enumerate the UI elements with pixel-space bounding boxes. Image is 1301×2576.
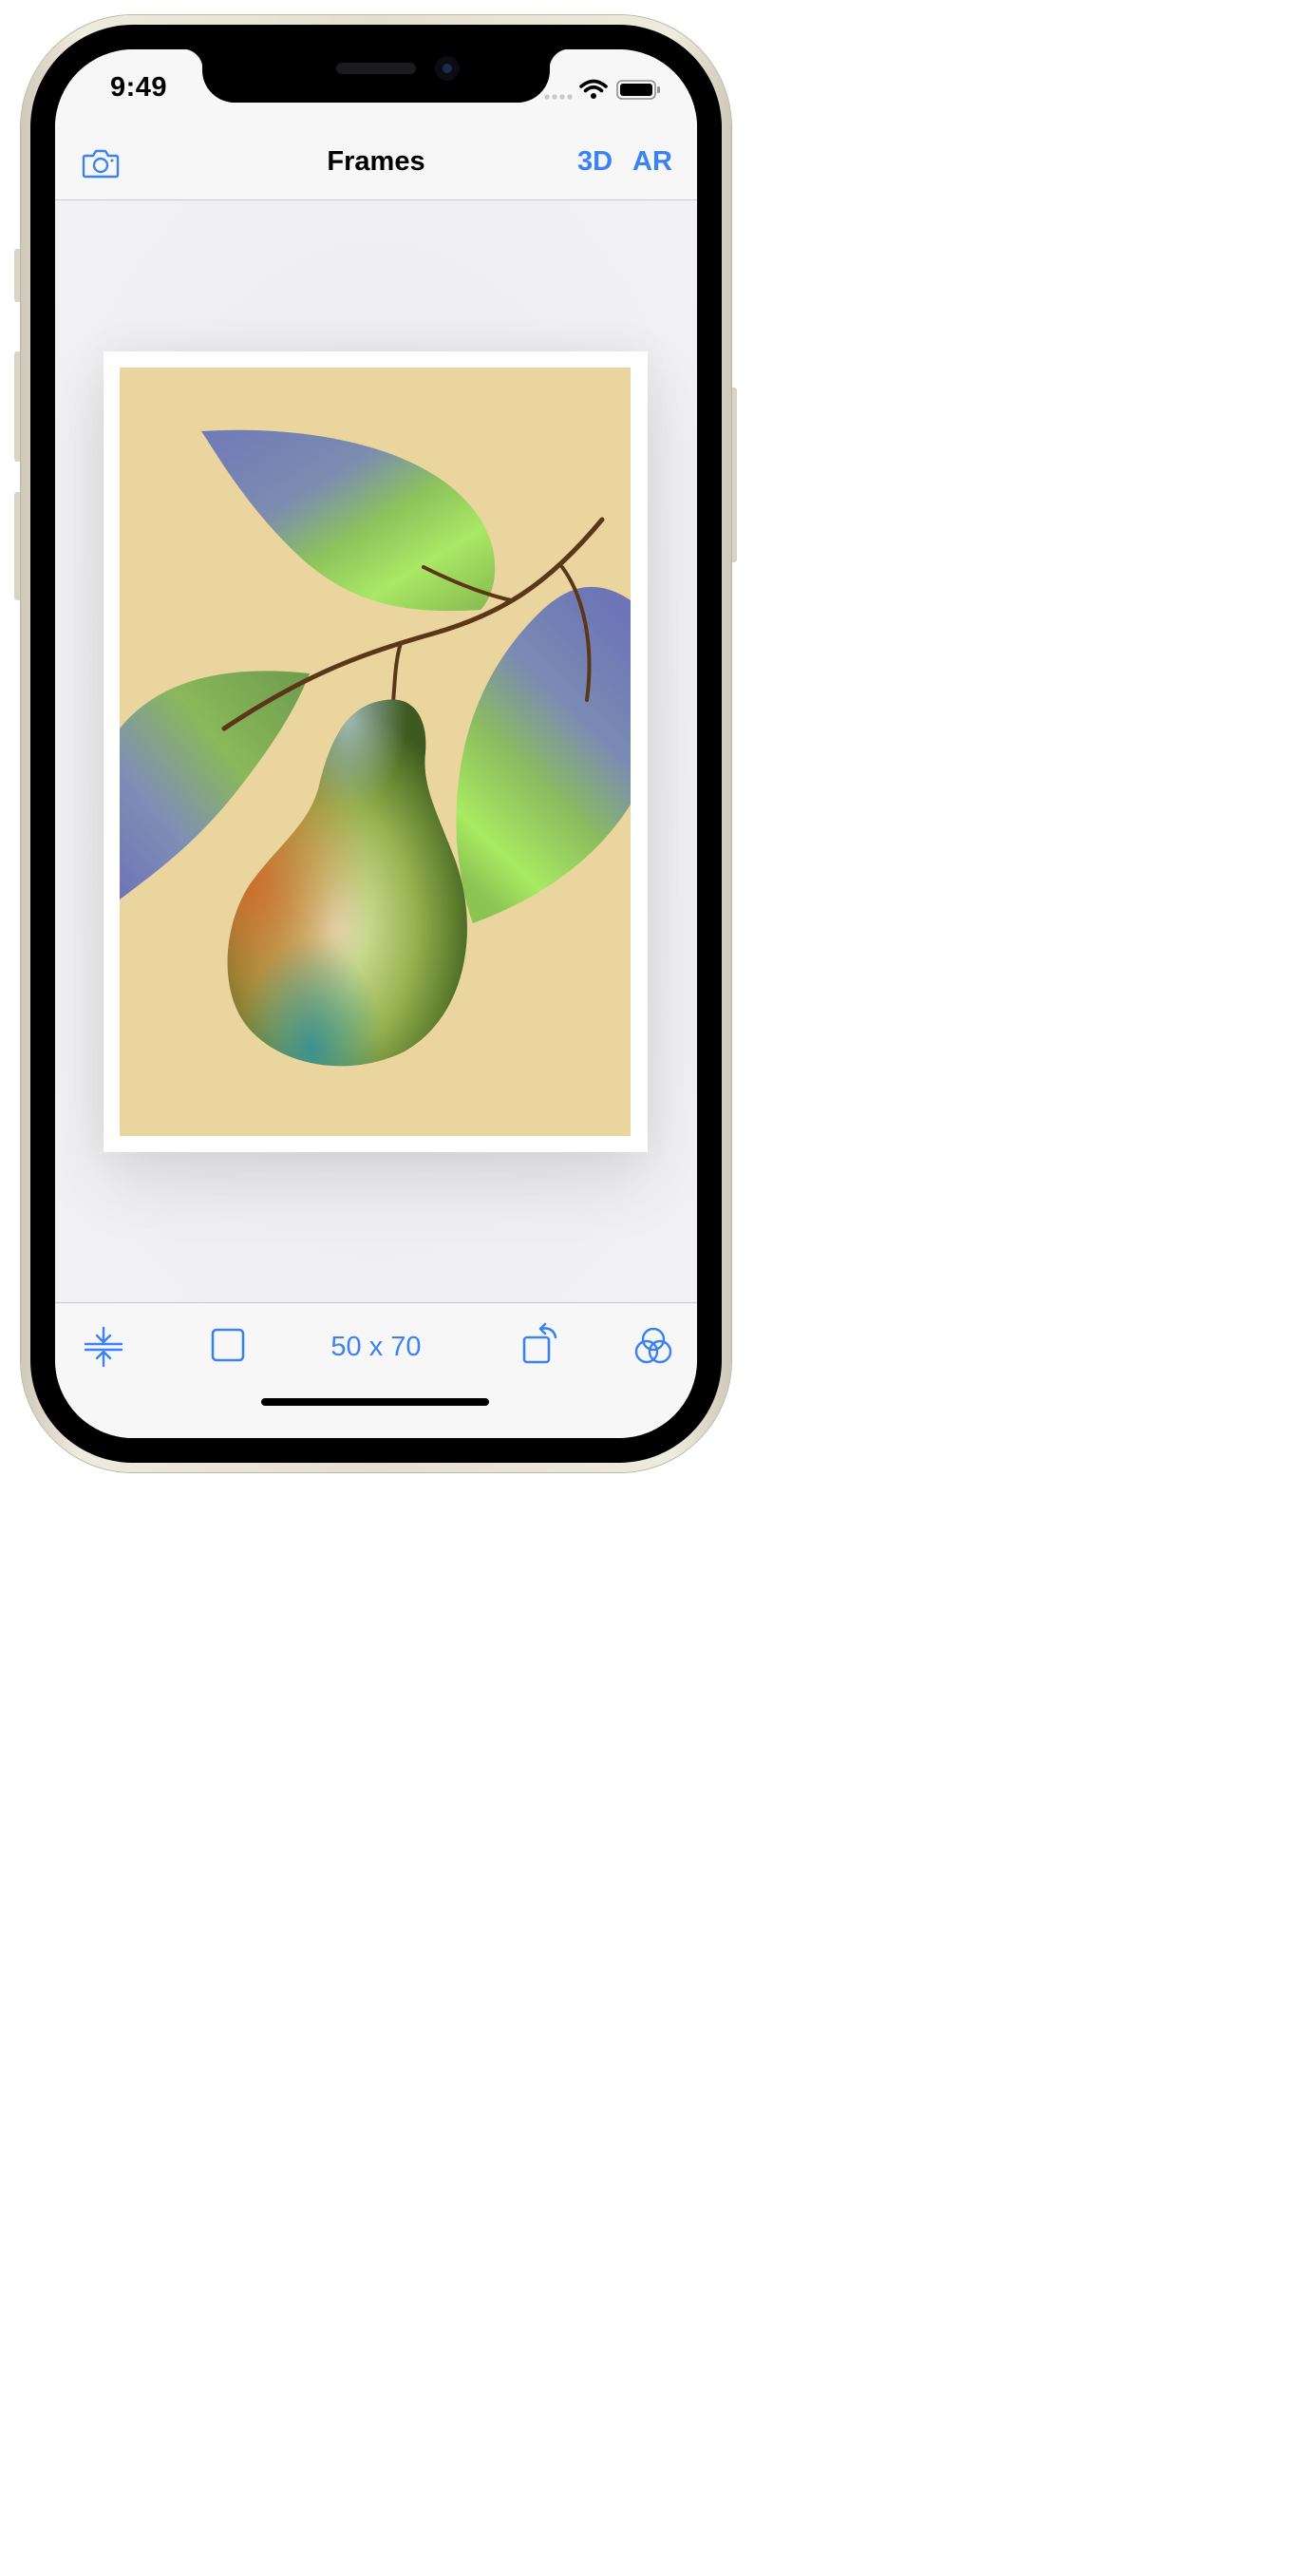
earpiece-speaker — [336, 63, 416, 74]
status-icons — [543, 78, 667, 101]
battery-icon — [616, 80, 660, 100]
frame-size-button[interactable]: 50 x 70 — [55, 1332, 697, 1363]
frame-preview-canvas — [55, 200, 697, 1302]
color-filter-button[interactable] — [634, 1326, 672, 1371]
status-time: 9:49 — [110, 72, 168, 103]
front-camera — [435, 56, 460, 81]
navigation-bar: Frames 3D AR — [55, 116, 697, 200]
iphone-device: 9:49 Frames 3D AR 50 x 70 — [0, 0, 750, 1489]
pear-artwork — [120, 368, 631, 1136]
3d-button[interactable]: 3D — [577, 146, 613, 178]
color-filter-icon — [634, 1327, 672, 1364]
leaf-right — [456, 586, 631, 923]
picture-frame[interactable] — [104, 351, 648, 1152]
ar-button[interactable]: AR — [632, 146, 672, 178]
wifi-icon — [579, 79, 608, 99]
leaf-top — [201, 429, 496, 612]
cellular-signal-icon — [544, 94, 573, 100]
home-indicator[interactable] — [261, 1398, 489, 1406]
rotate-icon — [522, 1322, 557, 1364]
rotate-button[interactable] — [520, 1322, 560, 1371]
bottom-toolbar: 50 x 70 — [55, 1302, 697, 1438]
screen: 9:49 Frames 3D AR 50 x 70 — [55, 49, 697, 1438]
notch — [182, 49, 570, 103]
